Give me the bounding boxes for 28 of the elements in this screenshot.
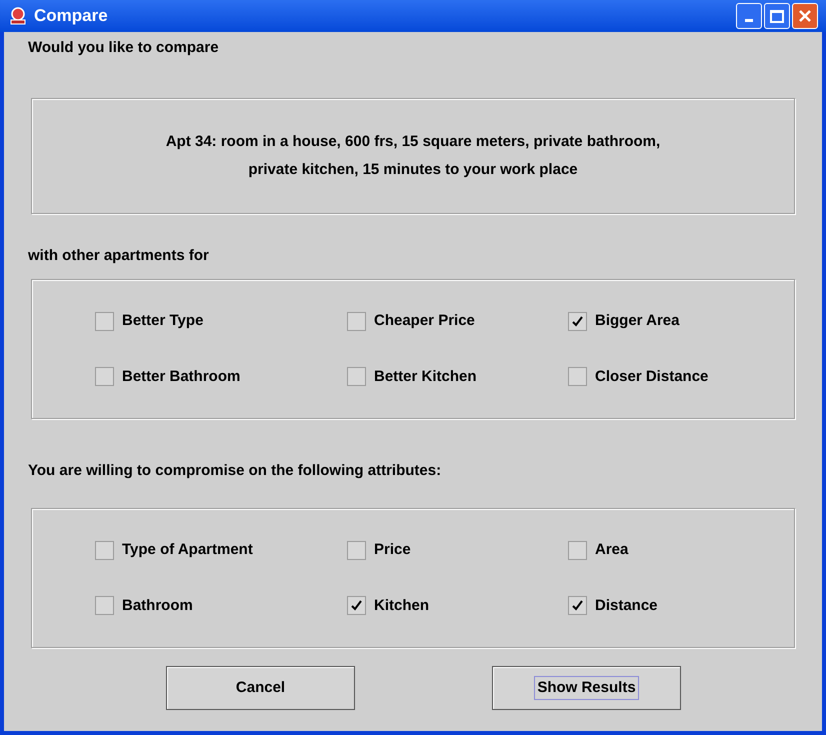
apartment-description: Apt 34: room in a house, 600 frs, 15 square meters, private bathroom, — [166, 132, 660, 152]
checkbox[interactable]: Better Bathroom — [95, 366, 347, 388]
checkbox[interactable]: Kitchen — [347, 594, 568, 617]
prompt-text: Would you like to compare — [27, 38, 220, 58]
compromise-label: You are willing to compromise on the following attributes: — [27, 461, 442, 481]
checkbox[interactable]: Price — [347, 539, 568, 562]
dialog-button[interactable]: Cancel — [166, 666, 355, 710]
criteria-label: with other apartments for — [27, 246, 210, 266]
checkmark-icon — [351, 600, 362, 612]
maximize-button[interactable] — [764, 3, 790, 29]
checkmark-icon — [572, 316, 583, 327]
checkbox[interactable]: Area — [568, 539, 794, 562]
checkmark-icon — [572, 600, 583, 612]
checkbox[interactable]: Bigger Area — [568, 310, 794, 332]
checkbox[interactable]: Closer Distance — [568, 366, 794, 388]
checkbox[interactable]: Distance — [568, 594, 794, 617]
minimize-button[interactable] — [736, 3, 762, 29]
dialog-button[interactable]: Show Results — [492, 666, 681, 710]
window-title: Compare — [34, 5, 108, 28]
app-icon — [8, 6, 28, 26]
checkbox[interactable]: Bathroom — [95, 594, 347, 617]
checkbox[interactable]: Better Kitchen — [347, 366, 568, 388]
checkbox[interactable]: Better Type — [95, 310, 347, 332]
apartment-description: private kitchen, 15 minutes to your work place — [248, 160, 578, 180]
close-button[interactable] — [792, 3, 818, 29]
checkbox[interactable]: Cheaper Price — [347, 310, 568, 332]
close-icon — [798, 9, 812, 23]
checkbox[interactable]: Type of Apartment — [95, 539, 347, 562]
